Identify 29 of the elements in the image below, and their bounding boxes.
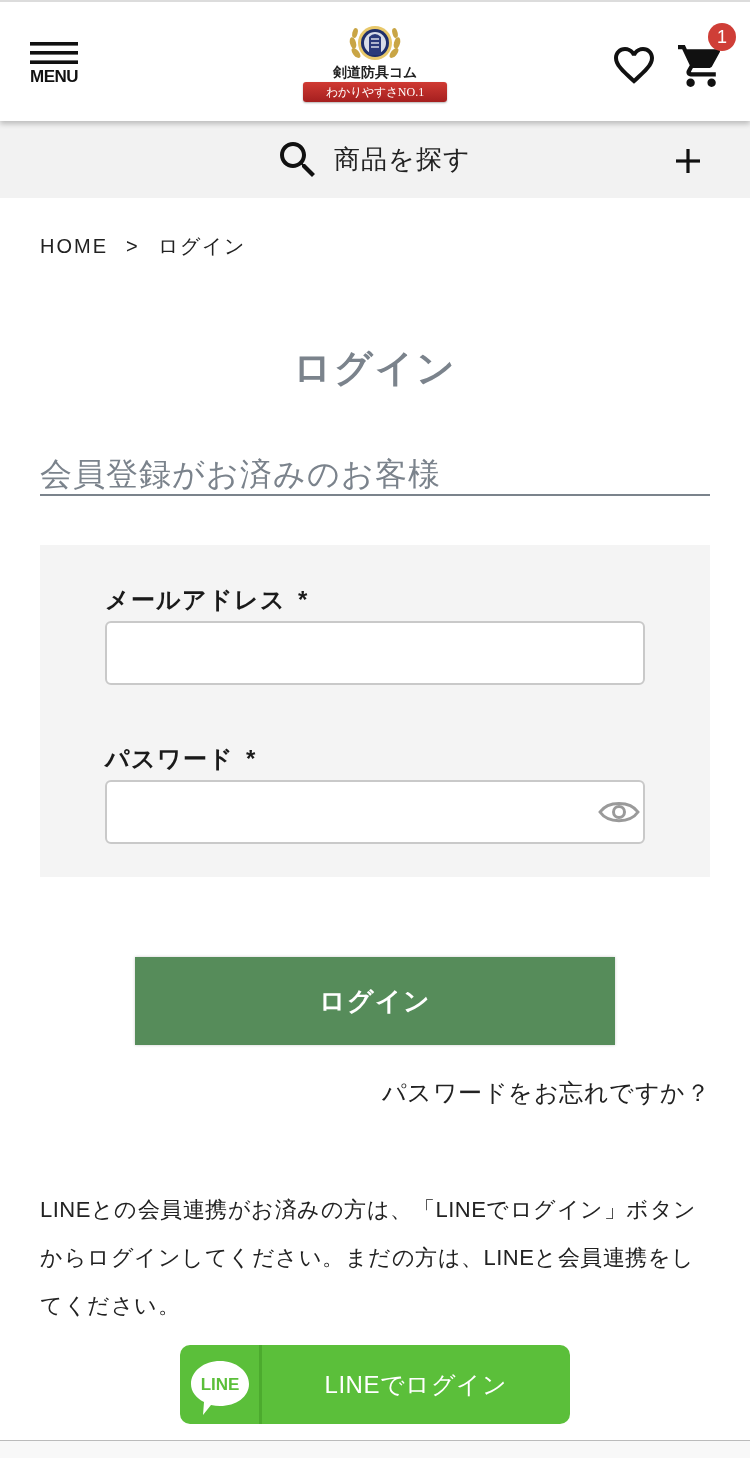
cart-button[interactable]	[678, 44, 720, 87]
field-label: メールアドレス	[105, 585, 286, 615]
menu-button[interactable]: MENU	[30, 42, 79, 85]
search-icon	[279, 142, 315, 177]
password-field[interactable]	[105, 780, 645, 844]
cart-icon	[678, 44, 720, 87]
show-password-icon[interactable]	[598, 799, 640, 825]
menu-icon	[30, 42, 79, 64]
brand-name: 剣道防具コム	[333, 64, 417, 80]
breadcrumb-link[interactable]: HOME	[40, 231, 108, 261]
cart-count-badge: 1	[708, 22, 736, 51]
logo-emblem-icon	[347, 23, 403, 63]
page-title: ログイン	[292, 346, 458, 391]
section-heading: 会員登録がお済みのお客様	[40, 454, 710, 496]
required-mark: *	[298, 585, 308, 615]
heart-icon	[614, 47, 654, 84]
search-toggle[interactable]: 商品を探す	[0, 121, 750, 198]
login-button[interactable]: ログイン	[135, 957, 615, 1045]
required-mark: *	[246, 744, 256, 774]
line-link-note: LINEとの会員連携がお済みの方は、「LINEでログイン」ボタンからログインしてください。まだの方は、LINEと会員連携をしてください。	[40, 1196, 698, 1320]
email-field[interactable]	[105, 621, 645, 685]
forgot-password-link[interactable]: パスワードをお忘れですか？	[381, 1076, 710, 1110]
breadcrumb-current: ログイン	[157, 234, 246, 259]
plus-icon	[676, 149, 700, 173]
line-logo: LINE	[188, 1358, 251, 1417]
breadcrumb-separator: >	[126, 234, 140, 259]
field-label: パスワード	[105, 744, 234, 774]
favorites-button[interactable]	[614, 47, 654, 84]
tagline-ribbon: わかりやすさNO.1	[303, 82, 447, 102]
